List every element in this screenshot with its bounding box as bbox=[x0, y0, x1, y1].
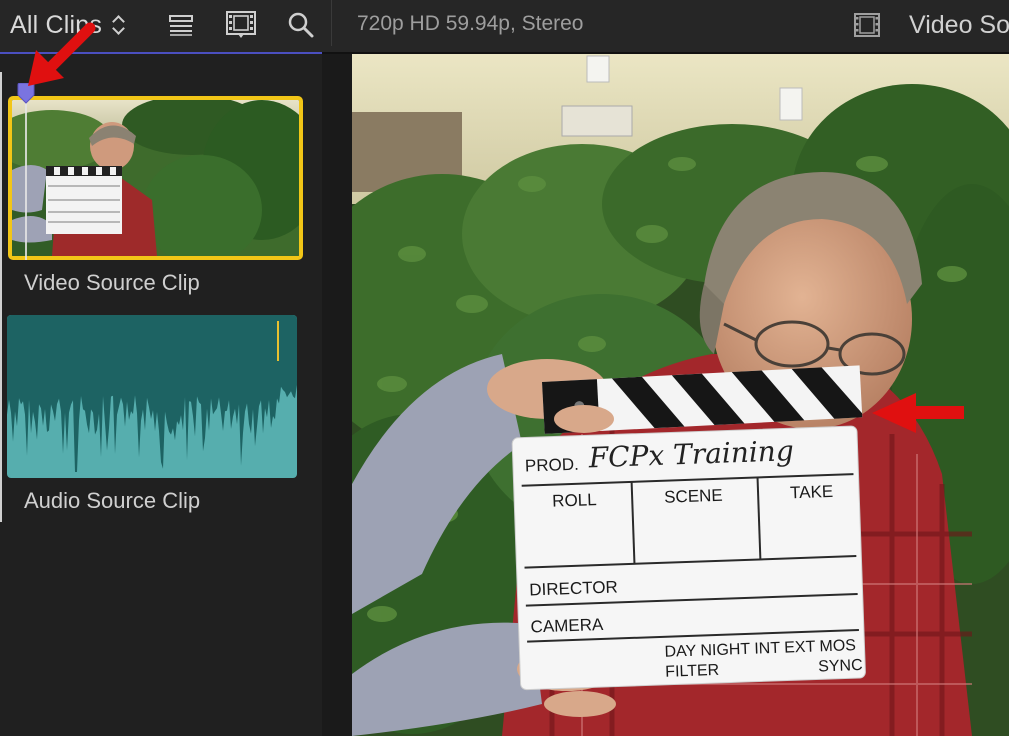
slate-roll-label: ROLL bbox=[552, 490, 597, 511]
browser-viewer-gutter bbox=[322, 54, 352, 736]
waveform-envelope bbox=[7, 315, 297, 472]
slate-director-label: DIRECTOR bbox=[529, 577, 618, 599]
annotation-arrow-icon bbox=[26, 20, 98, 90]
list-view-icon[interactable] bbox=[165, 10, 197, 40]
audio-clip-thumbnail[interactable] bbox=[7, 315, 297, 478]
slate-camera-label: CAMERA bbox=[530, 615, 604, 637]
video-clip-label[interactable]: Video Source Clip bbox=[24, 270, 200, 296]
skimmer-line bbox=[25, 98, 27, 260]
slate-take-label: TAKE bbox=[790, 482, 834, 502]
search-icon[interactable] bbox=[285, 10, 317, 40]
slate-prod-label: PROD. bbox=[525, 455, 579, 476]
viewer-format-info: 720p HD 59.94p, Stereo bbox=[357, 12, 584, 35]
browser-edge-strip bbox=[0, 72, 2, 522]
slate-filter-label: FILTER bbox=[665, 662, 719, 681]
viewer-clip-title: Video Source Clip bbox=[909, 11, 1009, 39]
updown-chevron-icon bbox=[111, 13, 125, 37]
video-clip-frame bbox=[12, 100, 299, 256]
slate-sync-label: SYNC bbox=[818, 657, 863, 676]
audio-marker bbox=[277, 321, 279, 361]
video-clip-thumbnail[interactable] bbox=[8, 96, 303, 260]
audio-waveform bbox=[7, 315, 297, 472]
audio-clip-label[interactable]: Audio Source Clip bbox=[24, 488, 200, 514]
viewer-display-icon[interactable] bbox=[851, 10, 883, 40]
toolbar-divider bbox=[331, 0, 332, 46]
toolbar: All Clips 720p HD 59.94p, Stereo Video S… bbox=[0, 0, 1009, 52]
filmstrip-view-icon[interactable] bbox=[225, 10, 257, 40]
slate-scene-label: SCENE bbox=[664, 486, 723, 507]
annotation-arrow-icon bbox=[872, 393, 966, 433]
